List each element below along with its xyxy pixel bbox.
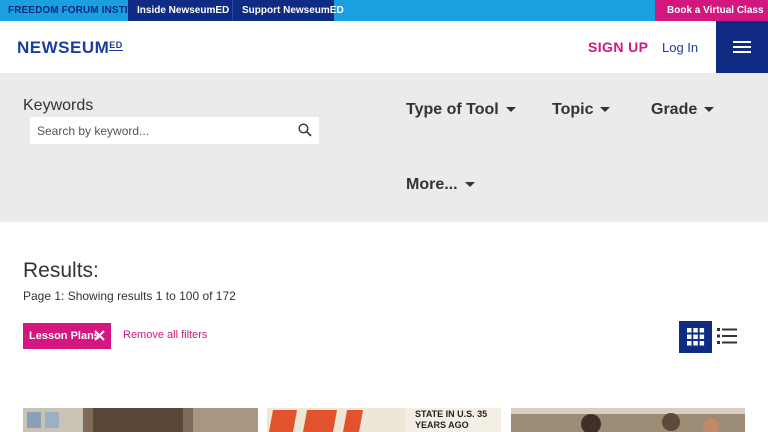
list-view-button[interactable] [716, 326, 738, 346]
remove-all-filters-link[interactable]: Remove all filters [123, 329, 207, 341]
sign-up-link[interactable]: SIGN UP [588, 39, 648, 55]
active-filter-label: Lesson Plans [29, 330, 100, 342]
type-of-tool-label: Type of Tool [406, 101, 499, 118]
result-card[interactable]: STATE IN U.S. 35 YEARS AGO [267, 408, 501, 432]
menu-icon-bar [733, 46, 751, 48]
grid-icon [687, 328, 705, 346]
chevron-down-icon [704, 107, 715, 113]
support-newseumed-link[interactable]: Support NewseumED [232, 0, 344, 21]
more-filters-dropdown[interactable]: More... [406, 176, 475, 194]
close-icon[interactable] [94, 330, 105, 341]
newseumed-logo[interactable]: NEWSEUMED [17, 38, 123, 58]
log-in-link[interactable]: Log In [662, 40, 698, 55]
search-icon[interactable] [298, 123, 312, 137]
list-icon [717, 328, 737, 344]
result-card[interactable] [511, 408, 745, 432]
utility-bar: FREEDOM FORUM INSTITUTE Inside NewseumED… [0, 0, 768, 21]
classroom-image [511, 408, 745, 432]
book-virtual-class-button[interactable]: Book a Virtual Class [655, 0, 768, 21]
grade-dropdown[interactable]: Grade [651, 101, 715, 119]
chevron-down-icon [505, 107, 516, 113]
grid-view-button[interactable] [679, 321, 712, 353]
logo-text: NEWSEUM [17, 38, 110, 57]
menu-icon-bar [733, 51, 751, 53]
filters-panel: Keywords Type of Tool Topic Grade More..… [0, 73, 768, 222]
chevron-down-icon [464, 182, 475, 188]
hamburger-menu-button[interactable] [716, 21, 768, 73]
type-of-tool-dropdown[interactable]: Type of Tool [406, 101, 516, 119]
keyword-search-input[interactable] [30, 117, 290, 144]
inside-newseumed-link[interactable]: Inside NewseumED [128, 0, 232, 21]
logo-ed-text: ED [109, 40, 123, 51]
chevron-down-icon [600, 107, 611, 113]
active-filter-chip[interactable]: Lesson Plans [23, 323, 111, 349]
keywords-label: Keywords [23, 97, 94, 114]
more-label: More... [406, 176, 458, 193]
museum-exhibit-image [23, 408, 258, 432]
card-caption: STATE IN U.S. 35 YEARS AGO [415, 409, 488, 430]
results-summary: Page 1: Showing results 1 to 100 of 172 [23, 289, 236, 303]
results-heading: Results: [23, 259, 99, 282]
menu-icon [733, 41, 751, 43]
topic-label: Topic [552, 101, 594, 118]
result-card[interactable] [23, 408, 258, 432]
grade-label: Grade [651, 101, 698, 118]
topic-dropdown[interactable]: Topic [552, 101, 611, 119]
keyword-search-box [30, 117, 319, 144]
site-header: NEWSEUMED SIGN UP Log In [0, 21, 768, 73]
